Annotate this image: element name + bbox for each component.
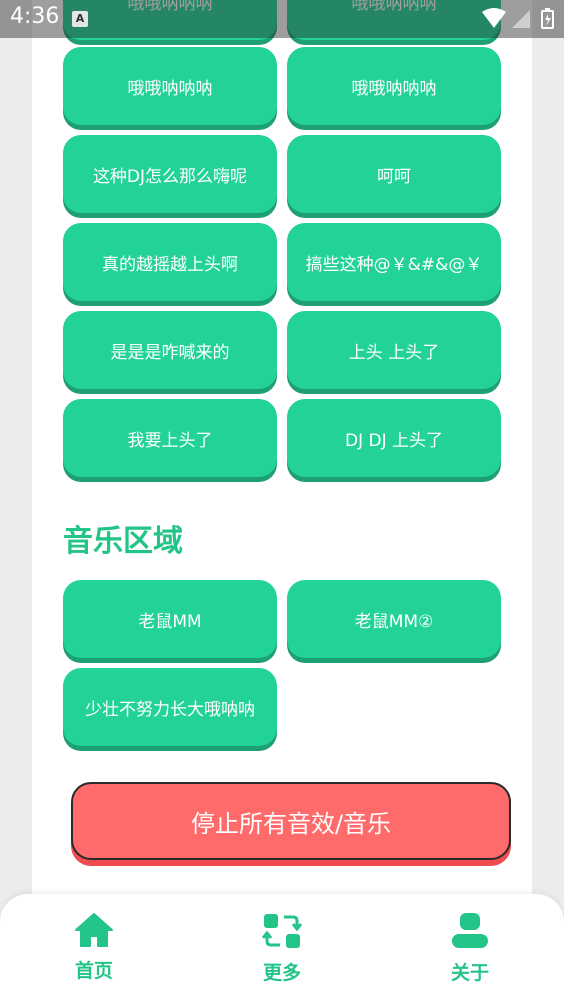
- sound-button[interactable]: 真的越摇越上头啊: [63, 223, 277, 301]
- sound-button[interactable]: 哦哦呐呐呐: [287, 47, 501, 125]
- music-button[interactable]: 老鼠MM: [63, 580, 277, 658]
- sound-button[interactable]: 哦哦呐呐呐: [63, 47, 277, 125]
- status-icons: [480, 8, 556, 30]
- status-bar: 4:36 A: [0, 0, 564, 38]
- sound-button[interactable]: 是是是咋喊来的: [63, 311, 277, 389]
- signal-icon: [512, 10, 530, 28]
- wifi-icon: [482, 8, 506, 28]
- sound-button-label: 这种DJ怎么那么嗨呢: [92, 166, 248, 187]
- sound-button-label: 搞些这种@￥&#&@￥: [305, 254, 483, 275]
- sound-button-label: 呵呵: [377, 166, 411, 187]
- music-button-label: 老鼠MM②: [354, 611, 434, 632]
- stop-all-button[interactable]: 停止所有音效/音乐: [71, 782, 511, 860]
- music-button-label: 老鼠MM: [138, 611, 202, 632]
- sound-button-label: 是是是咋喊来的: [110, 342, 230, 363]
- apps-swap-icon: [222, 912, 342, 950]
- battery-icon: [541, 8, 554, 29]
- music-button-label: 少壮不努力长大哦呐呐: [85, 699, 255, 720]
- nav-label-about: 关于: [450, 962, 489, 984]
- status-time: 4:36: [10, 4, 60, 29]
- nav-label-home: 首页: [74, 960, 113, 982]
- sound-button[interactable]: DJ DJ 上头了: [287, 399, 501, 477]
- nav-item-home[interactable]: 首页: [34, 912, 154, 992]
- home-icon: [34, 912, 154, 948]
- nav-item-about[interactable]: 关于: [410, 912, 530, 992]
- nav-label-more: 更多: [262, 962, 301, 984]
- notification-icon: A: [72, 11, 88, 27]
- sound-button-label: 真的越摇越上头啊: [102, 254, 238, 275]
- sound-button[interactable]: 这种DJ怎么那么嗨呢: [63, 135, 277, 213]
- nav-item-more[interactable]: 更多: [222, 912, 342, 992]
- sound-button[interactable]: 上头 上头了: [287, 311, 501, 389]
- sound-button-label: 上头 上头了: [348, 342, 440, 363]
- stop-all-label: 停止所有音效/音乐: [190, 809, 392, 838]
- sound-button[interactable]: 呵呵: [287, 135, 501, 213]
- sound-button[interactable]: 我要上头了: [63, 399, 277, 477]
- bottom-nav: 首页 更多 关于: [0, 894, 564, 1004]
- sound-button-label: 哦哦呐呐呐: [127, 78, 213, 99]
- music-section-title: 音乐区域: [63, 524, 183, 559]
- sound-button[interactable]: 搞些这种@￥&#&@￥: [287, 223, 501, 301]
- music-button[interactable]: 老鼠MM②: [287, 580, 501, 658]
- user-icon: [410, 912, 530, 950]
- music-button[interactable]: 少壮不努力长大哦呐呐: [63, 668, 277, 746]
- sound-button-label: DJ DJ 上头了: [344, 430, 443, 451]
- sound-button-label: 我要上头了: [127, 430, 213, 451]
- sound-button-label: 哦哦呐呐呐: [351, 78, 437, 99]
